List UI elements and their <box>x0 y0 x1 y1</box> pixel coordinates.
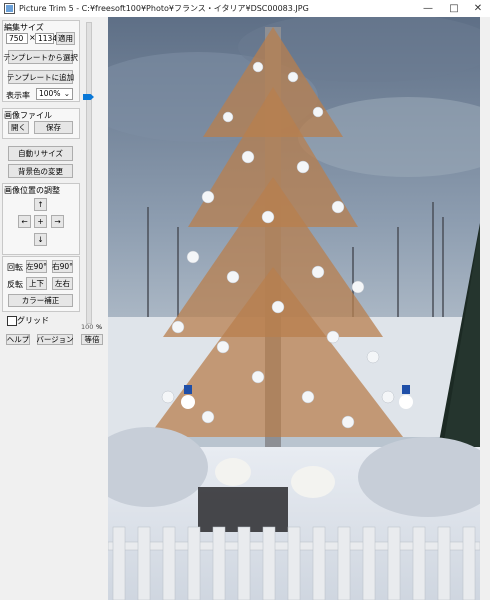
zoom-select[interactable]: 100% ⌄ <box>36 88 73 100</box>
center-button[interactable]: + <box>34 215 47 228</box>
close-button[interactable]: ✕ <box>466 0 490 17</box>
auto-resize-button[interactable]: 自動リサイズ <box>8 146 73 161</box>
rotate-label: 回転 <box>7 263 23 272</box>
open-button[interactable]: 開く <box>8 121 29 134</box>
position-heading: 画像位置の調整 <box>4 186 60 195</box>
flip-label: 反転 <box>7 280 23 289</box>
zoom-label: 表示率 <box>6 91 30 100</box>
height-input[interactable]: 1134 <box>35 33 57 44</box>
color-correct-button[interactable]: カラー補正 <box>8 294 73 307</box>
chevron-down-icon: ⌄ <box>63 89 70 98</box>
window-title: Picture Trim 5 - C:¥freesoft100¥Photo¥フラ… <box>19 4 309 13</box>
photo-preview[interactable] <box>108 17 480 600</box>
same-size-button[interactable]: 等倍 <box>81 334 103 345</box>
rotate-left-button[interactable]: 左90° <box>26 260 47 273</box>
close-icon: ✕ <box>473 3 483 14</box>
slider-unit: % <box>96 323 103 331</box>
rotate-right-button[interactable]: 右90° <box>52 260 73 273</box>
app-icon <box>4 3 15 14</box>
zoom-slider-thumb[interactable] <box>83 94 94 100</box>
apply-button[interactable]: 適用 <box>56 32 75 45</box>
flip-horizontal-button[interactable]: 左右 <box>52 277 73 290</box>
minimize-icon: — <box>423 3 433 14</box>
slider-value: 100 <box>81 323 94 331</box>
select-template-button[interactable]: テンプレートから選択 <box>3 50 78 64</box>
flip-vertical-button[interactable]: 上下 <box>26 277 47 290</box>
save-button[interactable]: 保存 <box>34 121 73 134</box>
christmas-tree-photo <box>108 17 480 600</box>
width-input[interactable]: 750 <box>6 33 28 44</box>
image-file-heading: 画像ファイル <box>4 111 52 120</box>
bg-color-button[interactable]: 背景色の変更 <box>8 164 73 178</box>
maximize-button[interactable]: □ <box>442 0 466 17</box>
vertical-scrollbar[interactable] <box>480 17 490 600</box>
move-up-button[interactable]: ↑ <box>34 198 47 211</box>
control-panel: 編集サイズ 750 × 1134 適用 テンプレートから選択 テンプレートに追加… <box>0 17 108 600</box>
title-bar: Picture Trim 5 - C:¥freesoft100¥Photo¥フラ… <box>0 0 490 18</box>
move-right-button[interactable]: → <box>51 215 64 228</box>
maximize-icon: □ <box>449 3 459 14</box>
help-button[interactable]: ヘルプ <box>6 334 30 345</box>
version-button[interactable]: バージョン <box>36 334 74 345</box>
grid-checkbox[interactable] <box>7 316 17 326</box>
move-left-button[interactable]: ← <box>18 215 31 228</box>
grid-label: グリッド <box>17 316 49 325</box>
zoom-value: 100% <box>39 89 61 98</box>
minimize-button[interactable]: — <box>416 0 440 17</box>
add-template-button[interactable]: テンプレートに追加 <box>7 70 74 84</box>
move-down-button[interactable]: ↓ <box>34 233 47 246</box>
zoom-slider-track[interactable] <box>86 22 92 324</box>
edit-size-heading: 編集サイズ <box>4 23 44 32</box>
